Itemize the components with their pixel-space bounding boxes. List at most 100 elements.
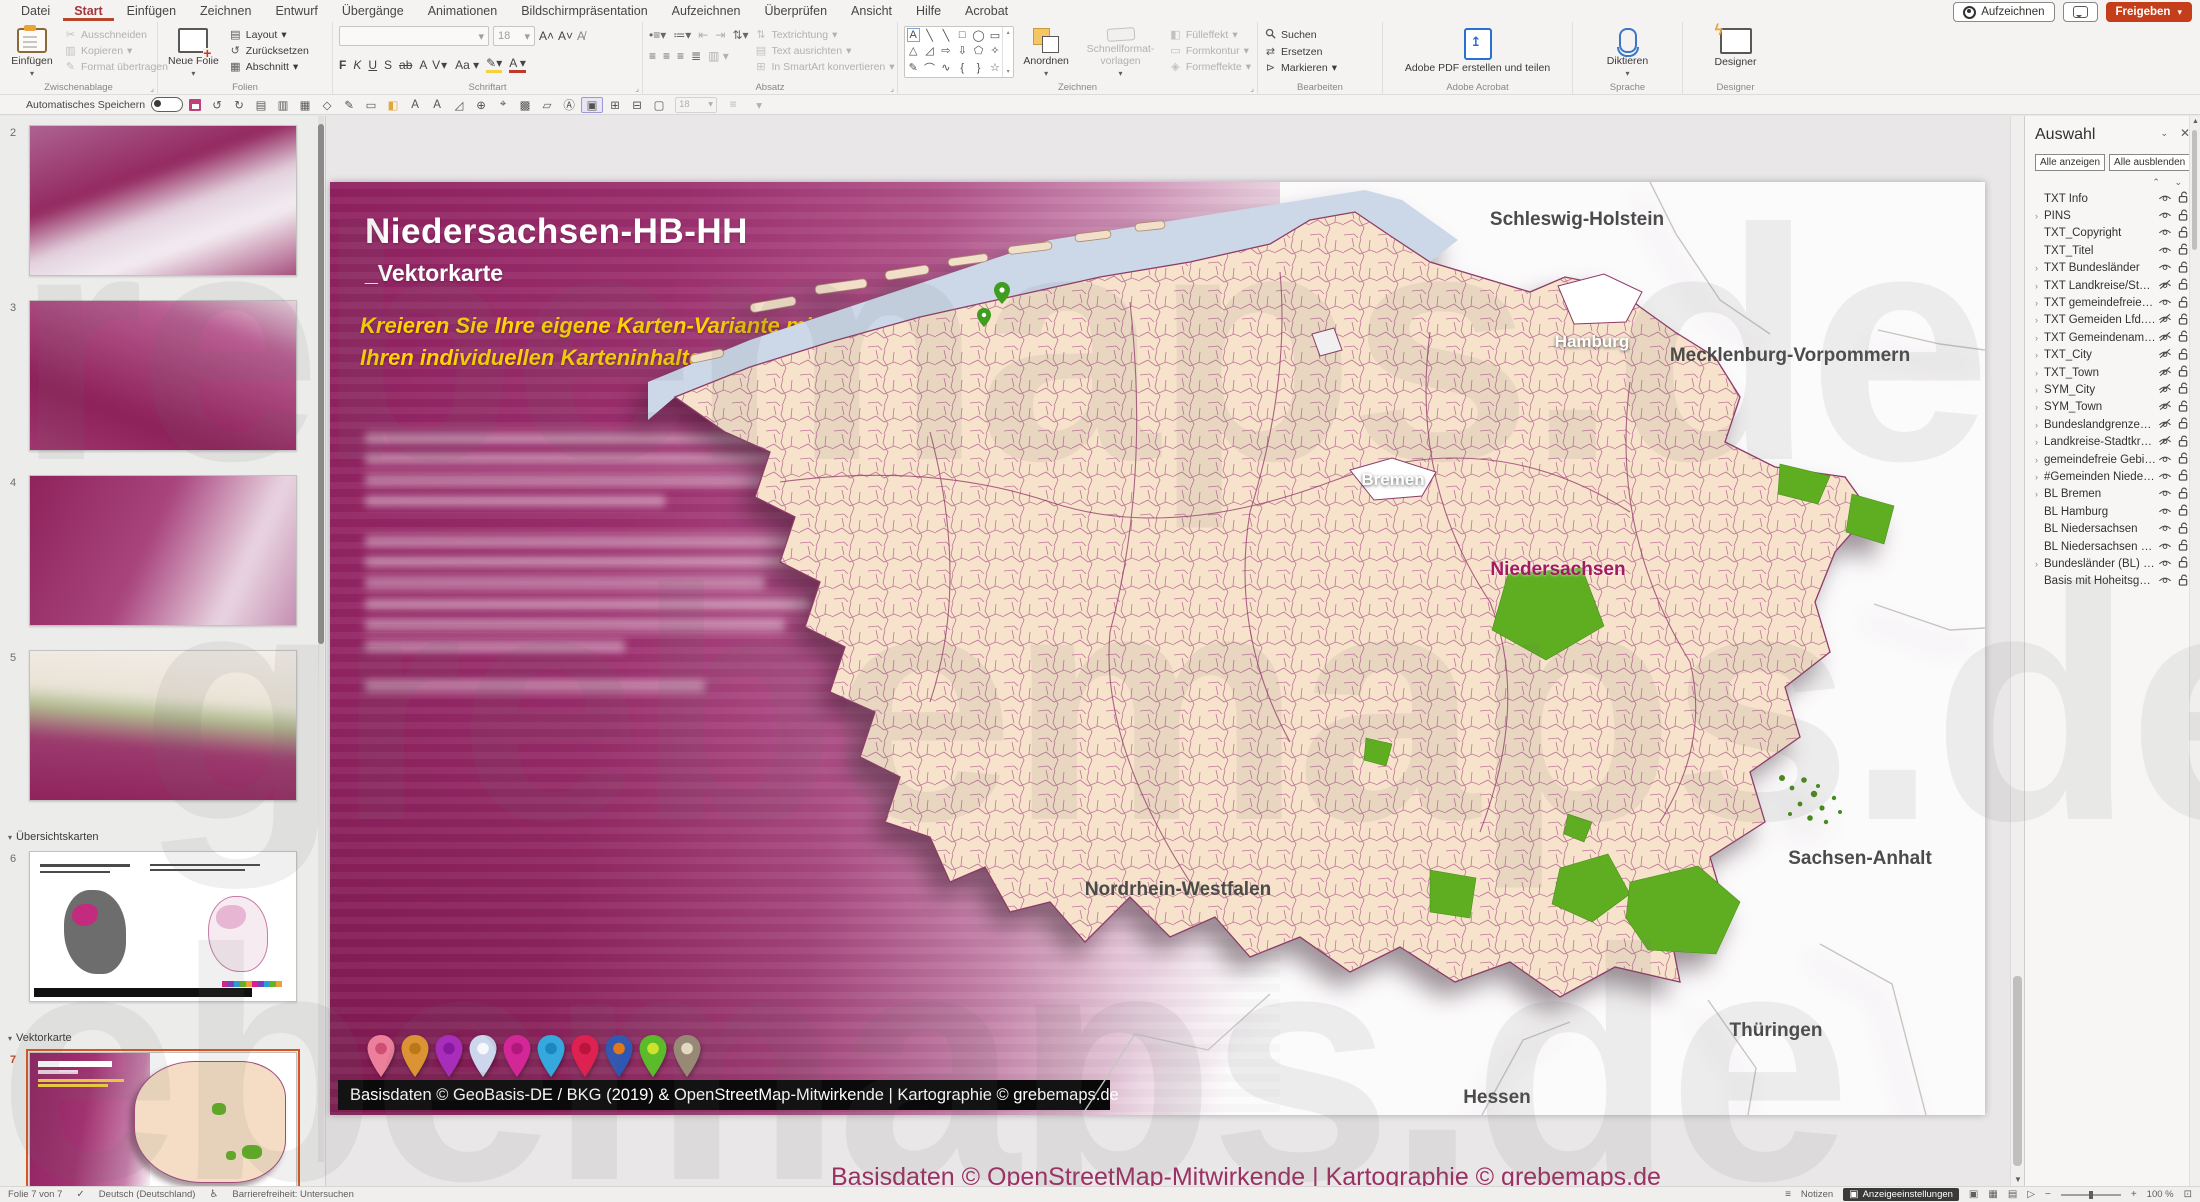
map-area[interactable]: Schleswig-HolsteinHamburgMecklenburg-Vor… xyxy=(630,182,1985,1115)
eye-icon[interactable] xyxy=(2156,487,2174,501)
text-direction-button[interactable]: ⇅Textrichtung▾ xyxy=(754,28,894,41)
menu-tab-bildschirmpräsentation[interactable]: Bildschirmpräsentation xyxy=(510,1,658,21)
format-icon[interactable]: ▦ xyxy=(295,98,315,112)
menu-tab-animationen[interactable]: Animationen xyxy=(417,1,509,21)
highlight-color-button[interactable]: ✎▾ xyxy=(486,56,502,73)
menu-tab-entwurf[interactable]: Entwurf xyxy=(264,1,328,21)
slide-thumbnail-7[interactable] xyxy=(29,1052,297,1202)
display-settings-button[interactable]: ▣Anzeigeeinstellungen xyxy=(1843,1188,1959,1201)
align-right-button[interactable]: ≡ xyxy=(677,49,684,63)
dialog-launcher-icon[interactable]: ⌟ xyxy=(150,84,154,93)
slide-thumbnail-6[interactable] xyxy=(29,851,297,1002)
eye-hidden-icon[interactable] xyxy=(2156,331,2174,345)
scroll-down-icon[interactable]: ▼ xyxy=(2014,1175,2022,1184)
numbering-button[interactable]: ≔▾ xyxy=(673,28,691,42)
zoom-in-icon[interactable]: + xyxy=(2131,1189,2137,1200)
expand-chevron-icon[interactable]: › xyxy=(2035,263,2044,273)
char-spacing-button[interactable]: A V▾ xyxy=(419,58,448,72)
bold-button[interactable]: F xyxy=(339,58,346,72)
shape-glyph-16[interactable]: } xyxy=(977,62,981,74)
corner-icon[interactable]: ◿ xyxy=(449,98,469,112)
paste-icon[interactable]: ▤ xyxy=(251,98,271,112)
layer-row-5[interactable]: ›TXT Landkreise/Stadtkreise xyxy=(2035,277,2192,294)
layer-row-16[interactable]: ›#Gemeinden Niedersachsen xyxy=(2035,468,2192,485)
shape-glyph-5[interactable]: ▭ xyxy=(990,29,1000,42)
shape-glyph-12[interactable]: ✎ xyxy=(909,61,918,74)
arrange-button[interactable]: Anordnen▾ xyxy=(1020,26,1072,80)
eye-icon[interactable] xyxy=(2156,540,2174,554)
clear-format-button[interactable]: A̸ xyxy=(577,29,585,43)
shape-glyph-8[interactable]: ⇨ xyxy=(941,44,950,57)
thumbnail-scrollbar[interactable] xyxy=(318,116,324,1162)
slide-sorter-icon[interactable]: ▦ xyxy=(1988,1189,1997,1200)
normal-view-icon[interactable]: ▣ xyxy=(1969,1189,1978,1200)
eye-hidden-icon[interactable] xyxy=(2156,279,2174,293)
shadow-button[interactable]: S xyxy=(384,58,392,72)
line-spacing-button[interactable]: ⇅▾ xyxy=(732,28,748,42)
shape-glyph-2[interactable]: ╲ xyxy=(943,29,950,42)
slide-7-editing-surface[interactable]: Niedersachsen-HB-HH _Vektorkarte Kreiere… xyxy=(330,182,1985,1115)
expand-chevron-icon[interactable]: › xyxy=(2035,211,2044,221)
section-header-vektorkarte[interactable]: ▾Vektorkarte xyxy=(8,1032,72,1044)
expand-chevron-icon[interactable]: › xyxy=(2035,350,2044,360)
italic-button[interactable]: K xyxy=(353,58,361,72)
expand-chevron-icon[interactable]: › xyxy=(2035,298,2044,308)
copy-button[interactable]: ▥Kopieren▾ xyxy=(64,44,168,57)
menu-tab-zeichnen[interactable]: Zeichnen xyxy=(189,1,262,21)
eye-hidden-icon[interactable] xyxy=(2156,366,2174,380)
expand-chevron-icon[interactable]: › xyxy=(2035,420,2044,430)
smartart-button[interactable]: ⊞In SmartArt konvertieren▾ xyxy=(754,60,894,73)
layer-row-10[interactable]: ›TXT_Town xyxy=(2035,364,2192,381)
language-indicator[interactable]: Deutsch (Deutschland) xyxy=(99,1189,196,1200)
redo-icon[interactable]: ↻ xyxy=(229,98,249,112)
expand-chevron-icon[interactable]: › xyxy=(2035,315,2044,325)
comments-button[interactable] xyxy=(2063,2,2098,22)
eye-icon[interactable] xyxy=(2156,296,2174,310)
text-a-icon[interactable]: A xyxy=(405,99,425,111)
format-painter-button[interactable]: ✎Format übertragen xyxy=(64,60,168,73)
shape-gallery[interactable]: A▴▾╲╲□◯▭△◿⇨⇩⬠✧✎⌒∿{}☆ xyxy=(904,26,1014,78)
slideshow-icon[interactable]: ▷ xyxy=(2027,1189,2035,1200)
layer-row-13[interactable]: ›Bundeslandgrenzen mit Ho… xyxy=(2035,416,2192,433)
shape-glyph-15[interactable]: { xyxy=(960,62,964,74)
shape-glyph-10[interactable]: ⬠ xyxy=(974,44,984,57)
slide-subtitle[interactable]: _Vektorkarte xyxy=(365,260,503,287)
layer-row-9[interactable]: ›TXT_City xyxy=(2035,347,2192,364)
qat-align-icon[interactable]: ≡ xyxy=(723,99,743,111)
shape-glyph-14[interactable]: ∿ xyxy=(941,61,950,74)
layer-row-22[interactable]: Basis mit Hoheitsgewässern xyxy=(2035,573,2192,590)
dialog-launcher-icon[interactable]: ⌟ xyxy=(1250,84,1254,93)
shape-outline-button[interactable]: ▭Formkontur▾ xyxy=(1169,44,1251,57)
menu-tab-überprüfen[interactable]: Überprüfen xyxy=(753,1,838,21)
reading-view-icon[interactable]: ▤ xyxy=(2008,1189,2017,1200)
dialog-launcher-icon[interactable]: ⌟ xyxy=(635,84,639,93)
font-a-icon[interactable]: A xyxy=(427,99,447,111)
zoom-slider[interactable] xyxy=(2061,1194,2121,1196)
expand-chevron-icon[interactable]: › xyxy=(2035,281,2044,291)
expand-chevron-icon[interactable]: › xyxy=(2035,559,2044,569)
selection-pane-icon[interactable]: ▣ xyxy=(581,97,603,113)
slide-thumbnail-2[interactable] xyxy=(29,125,297,276)
font-size-select[interactable]: 18▾ xyxy=(493,26,535,46)
select-button[interactable]: ⊳Markieren▾ xyxy=(1264,61,1337,74)
picture-icon[interactable]: ▢ xyxy=(649,98,669,112)
spellcheck-icon[interactable]: ✓ xyxy=(76,1189,84,1200)
menu-tab-ansicht[interactable]: Ansicht xyxy=(840,1,903,21)
layer-row-21[interactable]: ›Bundesländer (BL) sonstige xyxy=(2035,555,2192,572)
shape-effects-button[interactable]: ◈Formeffekte▾ xyxy=(1169,60,1251,73)
copy-icon[interactable]: ▥ xyxy=(273,98,293,112)
cut-button[interactable]: ✂Ausschneiden xyxy=(64,28,168,41)
section-button[interactable]: ▦Abschnitt▾ xyxy=(229,60,309,73)
expand-chevron-icon[interactable]: › xyxy=(2035,489,2044,499)
layer-row-18[interactable]: BL Hamburg xyxy=(2035,503,2192,520)
hide-all-button[interactable]: Alle ausblenden xyxy=(2109,154,2190,171)
shape-icon[interactable]: ◇ xyxy=(317,98,337,112)
layer-row-0[interactable]: TXT Info xyxy=(2035,190,2192,207)
layer-row-2[interactable]: TXT_Copyright xyxy=(2035,225,2192,242)
notes-button[interactable]: Notizen xyxy=(1801,1189,1833,1200)
align-left-button[interactable]: ≡ xyxy=(649,49,656,63)
slide-thumbnail-5[interactable] xyxy=(29,650,297,801)
menu-tab-start[interactable]: Start xyxy=(63,1,113,21)
slide-thumbnail-4[interactable] xyxy=(29,475,297,626)
eye-icon[interactable] xyxy=(2156,226,2174,240)
